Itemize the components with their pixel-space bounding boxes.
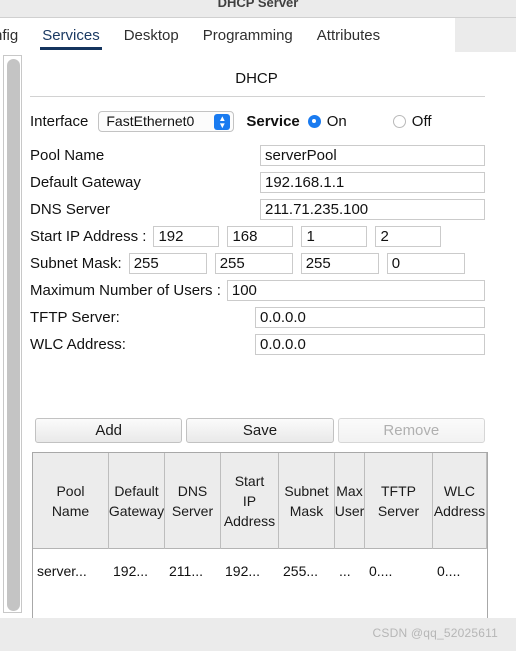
pool-name-label: Pool Name bbox=[30, 146, 105, 164]
table-cell: 192... bbox=[225, 563, 261, 579]
dhcp-settings-panel: DHCP Interface FastEthernet0 ▲ ▼ Service … bbox=[0, 52, 516, 650]
default-gateway-label: Default Gateway bbox=[30, 173, 141, 191]
radio-selected-icon bbox=[307, 114, 321, 128]
table-header-cell-label: Pool Name bbox=[51, 482, 90, 519]
tab-services-label: Services bbox=[42, 26, 100, 44]
table-header-cell[interactable]: Start IP Address bbox=[221, 453, 279, 549]
scrollbar-thumb[interactable] bbox=[7, 59, 20, 611]
tftp-server-label: TFTP Server: bbox=[30, 308, 120, 326]
table-cell: server... bbox=[37, 563, 87, 579]
max-users-row: Maximum Number of Users : 100 bbox=[30, 279, 485, 301]
add-button-label: Add bbox=[95, 422, 123, 439]
table-header-cell[interactable]: TFTP Server bbox=[365, 453, 433, 549]
save-button-label: Save bbox=[242, 422, 278, 439]
start-ip-octet-3[interactable]: 1 bbox=[301, 225, 368, 247]
start-ip-octet-2[interactable]: 168 bbox=[227, 225, 294, 247]
tab-strip: nfig Services Desktop Programming Attrib… bbox=[0, 18, 455, 52]
table-header-cell[interactable]: DNS Server bbox=[165, 453, 221, 549]
vertical-scrollbar[interactable] bbox=[3, 55, 22, 613]
table-header-cell-label: Subnet Mask bbox=[284, 482, 329, 519]
watermark-text: CSDN @qq_52025611 bbox=[372, 626, 498, 640]
tab-config-label: nfig bbox=[0, 26, 19, 44]
subnet-mask-octet-4[interactable]: 0 bbox=[386, 252, 465, 274]
service-off-radio[interactable]: Off bbox=[392, 112, 432, 130]
action-button-row: Add Save Remove bbox=[35, 418, 485, 443]
start-ip-octet-1[interactable]: 192 bbox=[153, 225, 220, 247]
subnet-mask-label: Subnet Mask: bbox=[30, 254, 122, 272]
table-header-cell-label: Default Gateway bbox=[109, 482, 165, 519]
active-tab-underline bbox=[40, 47, 102, 50]
dns-server-label: DNS Server bbox=[30, 200, 111, 218]
table-cell: 255... bbox=[283, 563, 319, 579]
radio-empty-icon bbox=[392, 114, 406, 128]
chevron-updown-icon: ▲ ▼ bbox=[214, 113, 231, 130]
window-title: DHCP Server bbox=[217, 0, 299, 10]
service-on-label: On bbox=[326, 112, 347, 130]
table-cell: ... bbox=[339, 563, 351, 579]
tab-attributes[interactable]: Attributes bbox=[305, 18, 392, 52]
table-row[interactable]: server... 192... 211... 192... 255...... 0...… bbox=[33, 549, 487, 593]
table-header-cell[interactable]: Default Gateway bbox=[109, 453, 165, 549]
tab-bar: nfig Services Desktop Programming Attrib… bbox=[0, 18, 516, 52]
add-button[interactable]: Add bbox=[35, 418, 183, 443]
pool-name-input[interactable]: serverPool bbox=[260, 144, 485, 166]
start-ip-octet-4[interactable]: 2 bbox=[375, 225, 442, 247]
wlc-address-row: WLC Address: 0.0.0.0 bbox=[30, 333, 485, 355]
subnet-mask-octet-1[interactable]: 255 bbox=[128, 252, 207, 274]
tab-attributes-label: Attributes bbox=[316, 26, 381, 44]
table-cell: 0.... bbox=[369, 563, 393, 579]
remove-button-label: Remove bbox=[383, 422, 440, 439]
service-off-label: Off bbox=[411, 112, 432, 130]
page-title: DHCP bbox=[235, 70, 278, 87]
table-header-cell-label: Start IP Address bbox=[223, 472, 276, 530]
tab-services[interactable]: Services bbox=[30, 18, 112, 52]
subnet-mask-octet-2[interactable]: 255 bbox=[214, 252, 293, 274]
interface-select[interactable]: FastEthernet0 ▲ ▼ bbox=[98, 110, 235, 132]
table-header-cell-label: DNS Server bbox=[171, 482, 214, 519]
table-cell: 192... bbox=[113, 563, 149, 579]
table-header-cell[interactable]: Pool Name bbox=[33, 453, 109, 549]
subnet-mask-octet-3[interactable]: 255 bbox=[300, 252, 379, 274]
table-header-cell-label: WLC Address bbox=[433, 482, 486, 519]
max-users-label: Maximum Number of Users : bbox=[30, 281, 221, 299]
tab-config[interactable]: nfig bbox=[0, 18, 30, 52]
pool-name-row: Pool Name serverPool bbox=[30, 144, 485, 166]
dns-server-row: DNS Server 211.71.235.100 bbox=[30, 198, 485, 220]
wlc-address-input[interactable]: 0.0.0.0 bbox=[255, 333, 485, 355]
start-ip-label: Start IP Address : bbox=[30, 227, 147, 245]
title-divider bbox=[30, 96, 485, 97]
table-header-cell[interactable]: Max User bbox=[335, 453, 365, 549]
table-header-cell-label: Max User bbox=[335, 482, 365, 519]
service-on-radio[interactable]: On bbox=[307, 112, 347, 130]
interface-service-row: Interface FastEthernet0 ▲ ▼ Service On Of… bbox=[30, 108, 485, 134]
table-header-row: Pool Name Default Gateway DNS Server Start IP Ad… bbox=[33, 453, 487, 549]
remove-button[interactable]: Remove bbox=[337, 418, 485, 443]
table-cell: 0.... bbox=[437, 563, 461, 579]
panel-content: DHCP Interface FastEthernet0 ▲ ▼ Service … bbox=[28, 52, 516, 650]
tab-programming-label: Programming bbox=[202, 26, 293, 44]
table-header-cell[interactable]: Subnet Mask bbox=[279, 453, 335, 549]
footer-bar: CSDN @qq_52025611 bbox=[0, 618, 516, 651]
wlc-address-label: WLC Address: bbox=[30, 335, 126, 353]
interface-label: Interface bbox=[30, 112, 89, 130]
table-body: server... 192... 211... 192... 255...... 0...… bbox=[33, 549, 487, 593]
table-header-cell-label: TFTP Server bbox=[377, 482, 420, 519]
default-gateway-row: Default Gateway 192.168.1.1 bbox=[30, 171, 485, 193]
default-gateway-input[interactable]: 192.168.1.1 bbox=[260, 171, 485, 193]
window-titlebar: DHCP Server bbox=[0, 0, 516, 18]
table-header-cell[interactable]: WLC Address bbox=[433, 453, 487, 549]
dns-server-input[interactable]: 211.71.235.100 bbox=[260, 198, 485, 220]
tab-desktop[interactable]: Desktop bbox=[112, 18, 191, 52]
interface-select-value: FastEthernet0 bbox=[106, 113, 195, 129]
tab-desktop-label: Desktop bbox=[123, 26, 179, 44]
tab-programming[interactable]: Programming bbox=[191, 18, 305, 52]
max-users-input[interactable]: 100 bbox=[226, 279, 485, 301]
service-label: Service bbox=[246, 112, 300, 130]
save-button[interactable]: Save bbox=[186, 418, 334, 443]
table-cell: 211... bbox=[169, 563, 203, 579]
tftp-server-row: TFTP Server: 0.0.0.0 bbox=[30, 306, 485, 328]
start-ip-row: Start IP Address : 192 168 1 2 bbox=[30, 225, 485, 247]
tftp-server-input[interactable]: 0.0.0.0 bbox=[255, 306, 485, 328]
subnet-mask-row: Subnet Mask: 255 255 255 0 bbox=[30, 252, 485, 274]
